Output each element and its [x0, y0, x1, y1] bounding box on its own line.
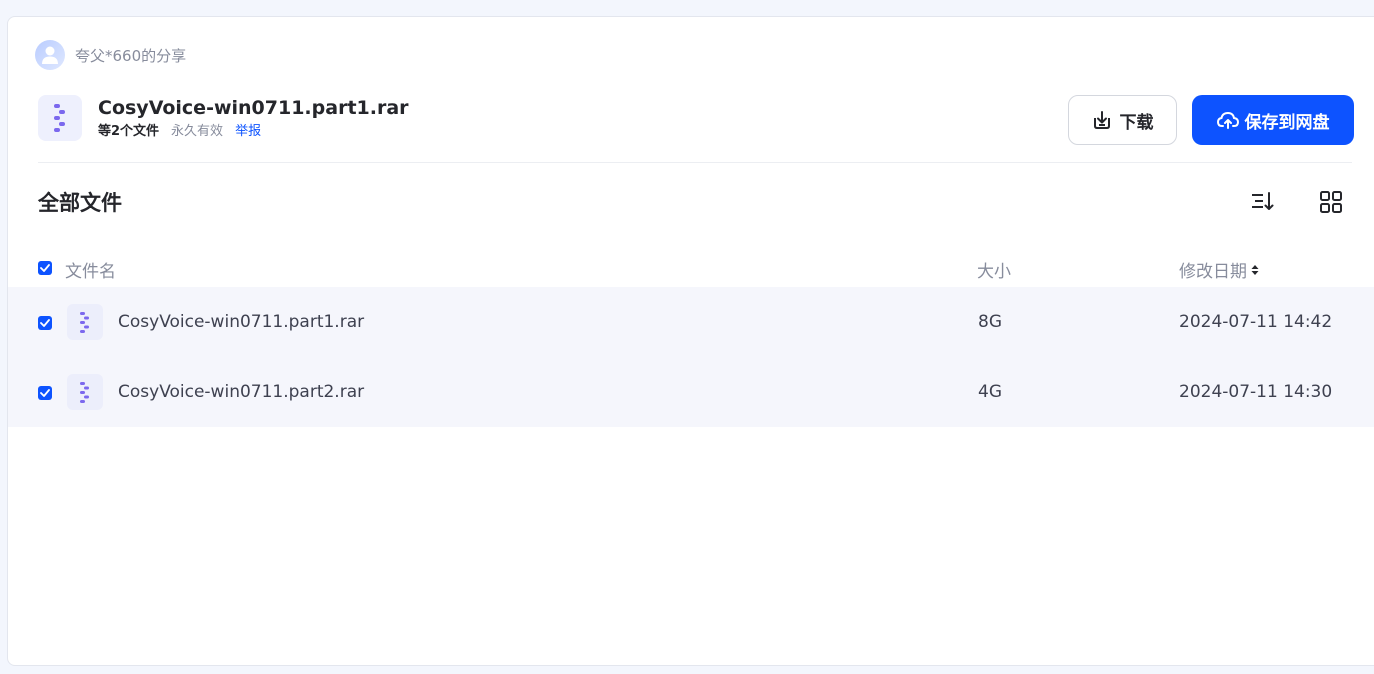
checkmark-icon [40, 264, 50, 272]
download-label: 下载 [1119, 112, 1154, 133]
share-title: CosyVoice-win0711.part1.rar [98, 97, 409, 119]
archive-zip-icon [38, 95, 82, 141]
archive-zip-icon [67, 304, 103, 340]
checkmark-icon [40, 389, 50, 397]
report-link[interactable]: 举报 [235, 123, 261, 141]
share-meta: 等2个文件 永久有效 举报 [98, 123, 409, 141]
row-checkbox[interactable] [38, 316, 52, 330]
column-header-size: 大小 [977, 262, 1011, 282]
file-name[interactable]: CosyVoice-win0711.part1.rar [118, 312, 364, 332]
sharer-info: 夸父*660的分享 [35, 40, 186, 70]
table-row[interactable]: CosyVoice-win0711.part1.rar 8G 2024-07-1… [8, 287, 1374, 357]
archive-zip-icon [67, 374, 103, 410]
file-size: 8G [978, 312, 1002, 332]
table-header: 文件名 大小 修改日期 [8, 249, 1374, 287]
section-title: 全部文件 [38, 191, 122, 215]
save-label: 保存到网盘 [1244, 112, 1330, 133]
row-checkbox[interactable] [38, 386, 52, 400]
download-button[interactable]: 下载 [1068, 95, 1177, 145]
column-header-date[interactable]: 修改日期 [1179, 257, 1259, 282]
cloud-upload-icon [1216, 111, 1239, 129]
file-header: CosyVoice-win0711.part1.rar 等2个文件 永久有效 举… [38, 95, 409, 141]
file-date: 2024-07-11 14:30 [1179, 382, 1333, 402]
sort-list-icon[interactable] [1249, 189, 1277, 215]
file-date: 2024-07-11 14:42 [1179, 312, 1333, 332]
file-size: 4G [978, 382, 1002, 402]
file-count: 等2个文件 [98, 124, 160, 139]
validity-text: 永久有效 [171, 124, 224, 139]
select-all-checkbox[interactable] [38, 261, 52, 275]
file-list: CosyVoice-win0711.part1.rar 8G 2024-07-1… [8, 287, 1374, 427]
sort-caret-icon [1251, 264, 1259, 275]
save-to-drive-button[interactable]: 保存到网盘 [1192, 95, 1354, 145]
share-card: 夸父*660的分享 CosyVoice-win0711.part1.rar 等2… [7, 16, 1374, 666]
user-avatar-icon [35, 40, 65, 70]
table-row[interactable]: CosyVoice-win0711.part2.rar 4G 2024-07-1… [8, 357, 1374, 427]
column-header-name: 文件名 [65, 262, 116, 282]
file-name[interactable]: CosyVoice-win0711.part2.rar [118, 382, 364, 402]
checkmark-icon [40, 319, 50, 327]
header-divider [38, 162, 1352, 163]
download-icon [1093, 111, 1110, 129]
column-header-date-label: 修改日期 [1179, 262, 1247, 282]
sharer-name: 夸父*660的分享 [75, 46, 187, 65]
grid-view-icon[interactable] [1318, 189, 1344, 215]
